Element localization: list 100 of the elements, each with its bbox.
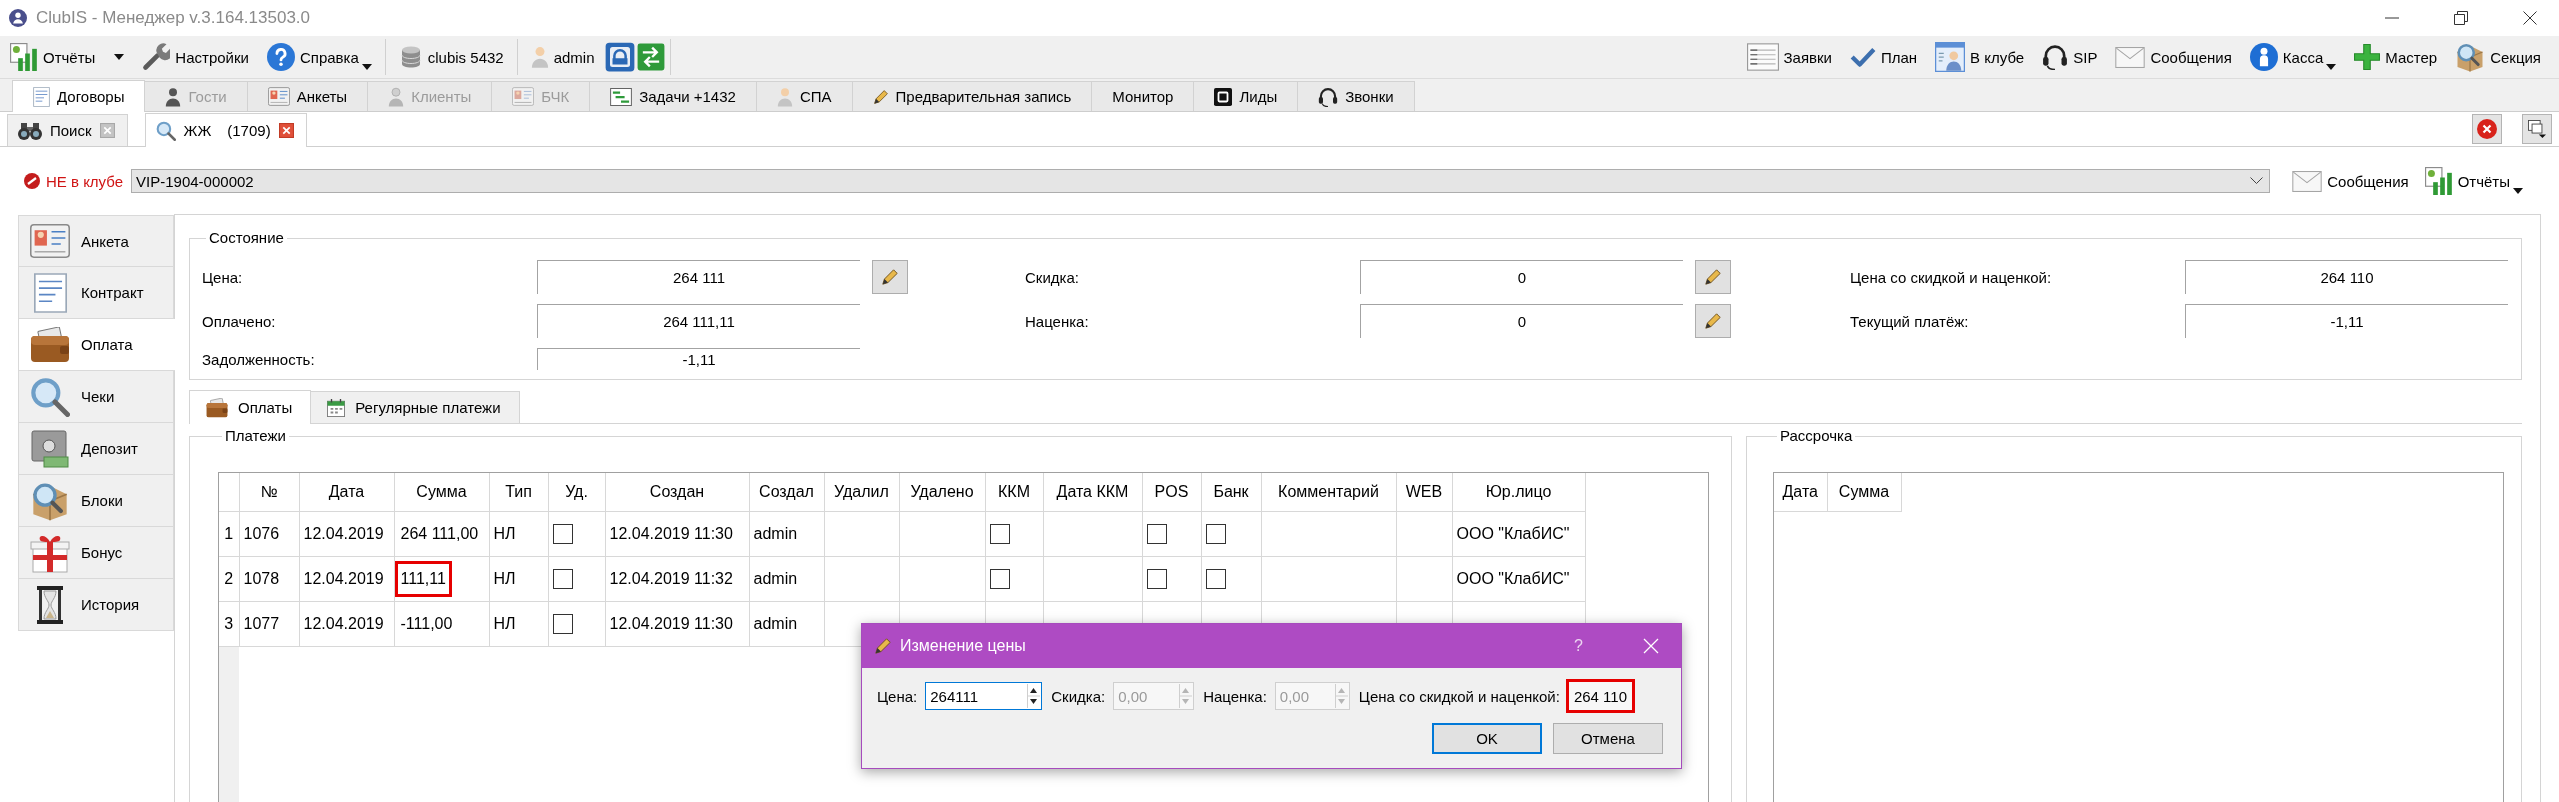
dialog-button[interactable]: Отмена xyxy=(1553,723,1663,754)
toolbar-button[interactable]: Отчёты xyxy=(2,38,133,76)
toolbar-button[interactable]: clubis 5432 xyxy=(390,38,512,76)
checkbox[interactable] xyxy=(552,614,573,634)
side-nav-item[interactable]: Депозит xyxy=(18,423,174,475)
toolbar-button[interactable]: Касса xyxy=(2241,38,2345,76)
sub-tab[interactable]: Регулярные платежи xyxy=(310,391,520,423)
side-nav-item[interactable]: Контракт xyxy=(18,267,174,319)
close-icon[interactable] xyxy=(278,123,294,138)
stop-icon xyxy=(24,173,40,189)
spin-arrows-icon xyxy=(1334,684,1348,708)
table-cell: 12.04.2019 xyxy=(299,556,394,602)
toolbar-button[interactable]: Настройки xyxy=(134,38,257,76)
sheet-icon xyxy=(1746,43,1779,71)
toolbar-button[interactable]: Сообщения xyxy=(2284,162,2417,200)
document-tab[interactable]: Поиск xyxy=(7,114,128,146)
person-icon xyxy=(530,46,549,68)
pencil-icon xyxy=(874,637,892,655)
row-number: 1 xyxy=(219,511,239,557)
toolbar-button[interactable]: Секция xyxy=(2447,38,2549,76)
table-cell: admin xyxy=(749,601,824,647)
toolbar-button[interactable]: Справка xyxy=(258,38,380,76)
module-tab[interactable]: Звонки xyxy=(1297,81,1415,111)
checkbox[interactable] xyxy=(1205,569,1226,589)
column-header: № xyxy=(239,473,299,512)
module-tab[interactable]: Договоры xyxy=(12,80,146,112)
toolbar-button[interactable]: Мастер xyxy=(2346,38,2446,76)
magnifier-icon xyxy=(30,376,70,417)
checkbox[interactable] xyxy=(1146,524,1167,544)
contract-combobox[interactable]: VIP-1904-000002 xyxy=(131,169,2271,193)
side-nav-item[interactable]: Блоки xyxy=(18,475,174,527)
table-cell: 1076 xyxy=(239,511,299,557)
sub-tab[interactable]: Оплаты xyxy=(189,390,312,424)
checkbox[interactable] xyxy=(552,569,573,589)
column-header: POS xyxy=(1142,473,1201,512)
pencil-icon xyxy=(1704,312,1722,330)
value-field: -1,11 xyxy=(2185,304,2508,338)
toolbar-button[interactable]: Сообщения xyxy=(2107,38,2240,76)
amount-text: -111,00 xyxy=(399,614,454,634)
checkbox[interactable] xyxy=(552,524,573,544)
spin-box[interactable]: 264111 xyxy=(925,682,1043,710)
field-label: Наценка: xyxy=(1203,687,1267,705)
group-title: Платежи xyxy=(224,427,287,445)
module-tab[interactable]: Задачи +1432 xyxy=(589,81,757,111)
side-nav-item[interactable]: История xyxy=(18,579,174,631)
box-magnifier-icon xyxy=(2455,42,2486,72)
table-cell: 12.04.2019 xyxy=(299,601,394,647)
module-tab[interactable]: Анкеты xyxy=(246,81,369,111)
document-tab[interactable]: ЖЖ (1709) xyxy=(144,113,307,147)
safe-icon xyxy=(30,428,70,469)
id-card-icon xyxy=(30,224,70,258)
column-header: ККМ xyxy=(985,473,1043,512)
side-nav-item[interactable]: Чеки xyxy=(18,371,174,423)
side-nav-item[interactable]: Оплата xyxy=(18,319,175,371)
toolbar-button[interactable]: SIP xyxy=(2034,38,2106,76)
column-header: Банк xyxy=(1201,473,1261,512)
user-circle-icon xyxy=(2249,43,2278,71)
headset-icon xyxy=(1318,86,1339,107)
headset-icon xyxy=(2042,44,2069,70)
toolbar-button[interactable]: План xyxy=(1841,38,1926,76)
close-tab-button[interactable] xyxy=(2472,114,2502,144)
module-tab[interactable]: Монитор xyxy=(1091,81,1195,111)
value-field: 0 xyxy=(1360,304,1683,338)
restore-icon[interactable] xyxy=(2454,11,2468,25)
checkbox[interactable] xyxy=(989,569,1010,589)
table-cell: НЛ xyxy=(489,556,548,602)
close-icon[interactable] xyxy=(2523,11,2537,25)
binoculars-icon xyxy=(18,121,42,140)
windows-button[interactable] xyxy=(2522,114,2552,144)
checkbox[interactable] xyxy=(989,524,1010,544)
checkbox[interactable] xyxy=(1146,569,1167,589)
table-cell: 1077 xyxy=(239,601,299,647)
column-header: Сумма xyxy=(1827,473,1901,512)
person-icon xyxy=(776,86,793,107)
pencil-icon xyxy=(1704,268,1722,286)
close-icon xyxy=(2477,119,2497,139)
toolbar-button[interactable]: admin xyxy=(522,38,603,76)
side-nav-item[interactable]: Анкета xyxy=(18,215,174,267)
toolbar-button[interactable]: В клубе xyxy=(1927,38,2033,76)
table-cell: НЛ xyxy=(489,601,548,647)
dialog-button[interactable]: OK xyxy=(1432,723,1542,754)
field-label: Цена: xyxy=(877,687,918,705)
module-tab[interactable]: Лиды xyxy=(1193,81,1299,111)
toolbar-button[interactable]: Отчёты xyxy=(2416,162,2531,200)
table-cell: НЛ xyxy=(489,511,548,557)
lock-icon[interactable] xyxy=(604,42,635,72)
checkbox[interactable] xyxy=(1205,524,1226,544)
module-tab[interactable]: СПА xyxy=(755,81,853,111)
side-nav-item[interactable]: Бонус xyxy=(18,527,174,579)
toolbar-button[interactable]: Заявки xyxy=(1738,38,1840,76)
check-icon xyxy=(1849,47,1876,67)
field-label: Оплачено: xyxy=(202,312,277,330)
table-cell: 1078 xyxy=(239,556,299,602)
field-label: Цена: xyxy=(202,268,244,286)
app-icon xyxy=(9,9,27,27)
column-header: Дата ККМ xyxy=(1043,473,1142,512)
document-icon xyxy=(33,272,67,313)
arrows-icon[interactable] xyxy=(636,43,665,71)
wallet-icon xyxy=(30,326,70,363)
module-tab[interactable]: Предварительная запись xyxy=(851,81,1093,111)
